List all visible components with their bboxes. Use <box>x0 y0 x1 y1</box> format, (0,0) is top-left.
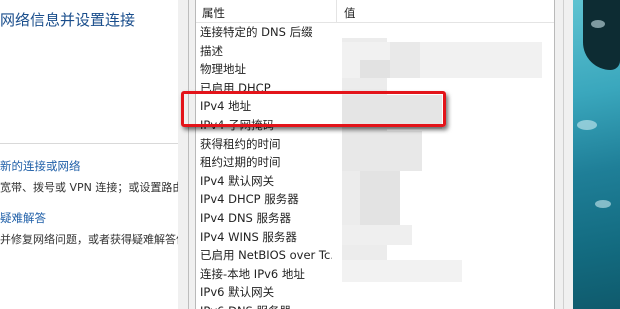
detail-row-property[interactable]: 已启用 NetBIOS over Tc... <box>200 246 332 265</box>
column-separator[interactable] <box>336 0 337 22</box>
wallpaper-light <box>577 120 597 130</box>
detail-row-property[interactable]: 获得租约的时间 <box>200 135 332 154</box>
column-header-property[interactable]: 属性 <box>202 5 225 21</box>
detail-row-property[interactable]: IPv4 WINS 服务器 <box>200 228 332 247</box>
network-connection-details-dialog: 属性 值 连接特定的 DNS 后缀 描述 物理地址 已启用 DHCP IPv4 地址 IP… <box>189 0 574 309</box>
blurred-values <box>342 131 422 171</box>
detail-row-property[interactable]: 连接特定的 DNS 后缀 <box>200 23 332 42</box>
detail-row-property[interactable]: 描述 <box>200 42 332 61</box>
details-list[interactable]: 属性 值 连接特定的 DNS 后缀 描述 物理地址 已启用 DHCP IPv4 地址 IP… <box>195 0 555 309</box>
list-header: 属性 值 <box>196 0 554 23</box>
troubleshoot-desc: 并修复网络问题，或者获得疑难解答信 <box>0 233 178 246</box>
blurred-values <box>360 60 390 78</box>
panel-title: 网络信息并设置连接 <box>0 11 136 29</box>
window-gap <box>178 0 188 309</box>
detail-row-property[interactable]: 连接-本地 IPv6 地址 <box>200 265 332 284</box>
detail-row-property[interactable]: 物理地址 <box>200 60 332 79</box>
detail-row-property[interactable]: IPv4 DHCP 服务器 <box>200 190 332 209</box>
detail-row-property[interactable]: IPv4 默认网关 <box>200 172 332 191</box>
blurred-values <box>342 260 462 282</box>
blurred-values <box>342 225 412 245</box>
network-sharing-panel: 网络信息并设置连接 新的连接或网络 宽带、拨号或 VPN 连接；或设置路由 疑难… <box>0 0 178 309</box>
detail-row-property[interactable]: IPv4 DNS 服务器 <box>200 209 332 228</box>
detail-row-property[interactable]: IPv6 默认网关 <box>200 283 332 302</box>
blurred-values <box>360 171 400 226</box>
wallpaper-rock <box>583 0 620 70</box>
wallpaper-light <box>591 20 605 28</box>
divider <box>0 143 178 144</box>
desktop-wallpaper <box>573 0 620 309</box>
wallpaper-light <box>595 200 611 208</box>
blurred-values <box>390 42 420 78</box>
detail-row-property[interactable]: IPv6 DNS 服务器 <box>200 302 332 309</box>
troubleshoot-link[interactable]: 疑难解答 <box>0 210 46 226</box>
new-connection-link[interactable]: 新的连接或网络 <box>0 158 81 174</box>
ipv4-highlight-box <box>181 91 446 127</box>
detail-row-property[interactable]: 租约过期的时间 <box>200 153 332 172</box>
new-connection-desc: 宽带、拨号或 VPN 连接；或设置路由 <box>0 181 178 194</box>
column-header-value[interactable]: 值 <box>344 5 356 21</box>
